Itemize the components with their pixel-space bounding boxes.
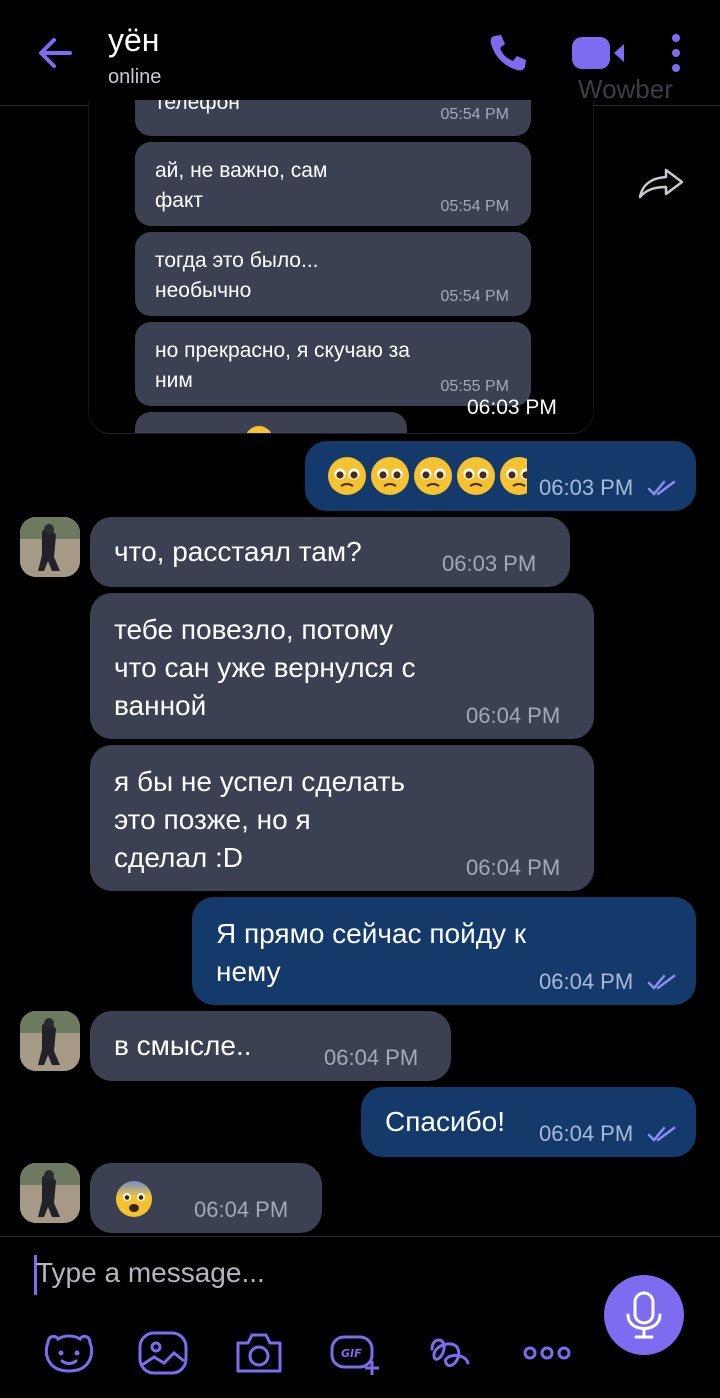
pleading-face-icon xyxy=(328,456,539,496)
incoming-message[interactable]: что, расстаял там? 06:03 PM xyxy=(90,517,570,587)
quoted-message: ай, не важно, сам факт 05:54 PM xyxy=(135,142,531,226)
contact-name[interactable]: уён xyxy=(108,22,159,59)
quoted-message: телефон 05:54 PM xyxy=(135,100,531,136)
fearful-face-icon xyxy=(116,1181,152,1217)
quoted-time: 05:55 PM xyxy=(440,378,509,395)
gallery-icon[interactable] xyxy=(136,1329,190,1377)
read-ticks-icon xyxy=(647,480,676,496)
message-text: в смысле.. xyxy=(114,1030,252,1061)
message-time: 06:04 PM xyxy=(194,1197,289,1222)
contact-avatar[interactable] xyxy=(20,1011,80,1071)
contact-avatar[interactable] xyxy=(20,1163,80,1223)
quoted-message-partial xyxy=(135,412,407,433)
svg-text:GIF: GIF xyxy=(341,1347,362,1360)
doodle-icon[interactable] xyxy=(424,1329,478,1377)
quoted-time: 05:54 PM xyxy=(440,288,509,305)
forwarded-preview[interactable]: телефон 05:54 PM ай, не важно, сам факт … xyxy=(88,100,594,434)
quoted-text: но прекрасно, я скучаю за ним xyxy=(155,339,410,392)
message-time: 06:04 PM xyxy=(466,703,561,728)
chat-header: уён online Wowber xyxy=(0,0,720,106)
message-time: 06:04 PM xyxy=(539,969,634,994)
incoming-message[interactable]: тебе повезло, потому что сан уже вернулс… xyxy=(90,593,594,739)
quoted-message: тогда это было... необычно 05:54 PM xyxy=(135,232,531,316)
message-text: тебе повезло, потому что сан уже вернулс… xyxy=(114,614,416,721)
composer: Type a message... GIF xyxy=(0,1236,720,1398)
forward-icon[interactable] xyxy=(636,166,686,200)
message-text: что, расстаял там? xyxy=(114,536,362,567)
quoted-time: 05:54 PM xyxy=(440,106,509,123)
more-options-icon[interactable] xyxy=(520,1329,574,1377)
microphone-icon xyxy=(626,1291,662,1339)
quoted-text: ай, не важно, сам факт xyxy=(155,159,328,212)
outgoing-message[interactable]: Я прямо сейчас пойду к нему 06:04 PM xyxy=(192,897,696,1005)
forward-time: 06:03 PM xyxy=(467,396,557,419)
message-time: 06:03 PM xyxy=(539,475,634,500)
back-arrow-icon[interactable] xyxy=(34,32,76,74)
video-icon[interactable] xyxy=(570,34,628,72)
message-input[interactable]: Type a message... xyxy=(36,1257,265,1289)
outgoing-message[interactable]: Спасибо! 06:04 PM xyxy=(361,1087,696,1157)
microphone-button[interactable] xyxy=(604,1275,684,1355)
incoming-message[interactable]: я бы не успел сделать это позже, но я сд… xyxy=(90,745,594,891)
emoji-row xyxy=(327,455,539,497)
quoted-text: тогда это было... необычно xyxy=(155,249,319,302)
phone-icon[interactable] xyxy=(486,30,530,74)
message-time: 06:03 PM xyxy=(442,551,537,576)
sticker-icon[interactable] xyxy=(42,1329,96,1377)
gif-icon[interactable]: GIF xyxy=(328,1329,382,1377)
quoted-message: но прекрасно, я скучаю за ним 05:55 PM xyxy=(135,322,531,406)
contact-status: online xyxy=(108,66,162,88)
message-time: 06:04 PM xyxy=(324,1045,419,1070)
message-time: 06:04 PM xyxy=(539,1121,634,1146)
message-time: 06:04 PM xyxy=(466,855,561,880)
message-text: я бы не успел сделать это позже, но я сд… xyxy=(114,766,405,873)
read-ticks-icon xyxy=(647,974,676,990)
incoming-message[interactable]: 06:04 PM xyxy=(90,1163,322,1233)
more-icon[interactable] xyxy=(664,32,688,76)
incoming-message[interactable]: в смысле.. 06:04 PM xyxy=(90,1011,451,1081)
message-text: Спасибо! xyxy=(385,1106,505,1137)
message-text: Я прямо сейчас пойду к нему xyxy=(216,918,527,987)
read-ticks-icon xyxy=(647,1126,676,1142)
emoji-icon xyxy=(245,426,273,433)
contact-avatar[interactable] xyxy=(20,517,80,577)
outgoing-message[interactable]: 06:03 PM xyxy=(305,441,696,511)
quoted-time: 05:54 PM xyxy=(440,198,509,215)
camera-icon[interactable] xyxy=(232,1329,286,1377)
quoted-text: телефон xyxy=(155,100,240,114)
